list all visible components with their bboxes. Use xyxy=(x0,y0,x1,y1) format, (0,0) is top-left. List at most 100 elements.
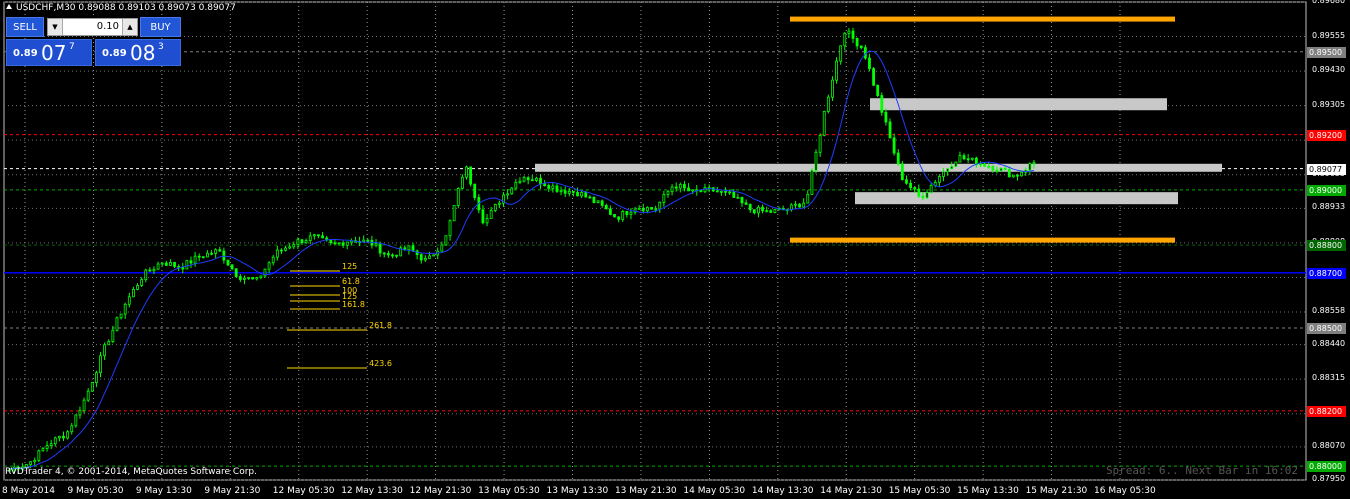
candle-body xyxy=(275,249,279,258)
candle-body xyxy=(559,190,563,193)
sell-button[interactable]: SELL xyxy=(6,17,44,37)
resistance-zone[interactable] xyxy=(790,16,1175,22)
support-zone[interactable] xyxy=(790,237,1175,243)
collapse-triangle-icon[interactable] xyxy=(6,4,12,9)
candle-body xyxy=(115,317,119,331)
candle-body xyxy=(127,296,131,305)
candle-body xyxy=(806,193,810,204)
candle-body xyxy=(736,196,740,199)
candle-body xyxy=(152,268,156,272)
candle-body xyxy=(267,262,271,270)
candle-body xyxy=(674,186,678,189)
candle-body xyxy=(810,169,814,195)
chart-canvas[interactable] xyxy=(0,0,1350,499)
candle-body xyxy=(123,303,127,315)
candle-body xyxy=(1028,163,1032,171)
candle-body xyxy=(592,196,596,203)
candle-body xyxy=(423,257,427,261)
candle-body xyxy=(33,460,37,463)
price-level-label: 0.89500 xyxy=(1307,46,1346,58)
candle-body xyxy=(687,187,690,192)
lot-size-stepper[interactable]: ▼ 0.10 ▲ xyxy=(47,18,138,36)
candle-body xyxy=(950,166,954,170)
candle-body xyxy=(506,193,510,196)
x-axis-tick-label: 16 May 05:30 xyxy=(1094,486,1156,496)
candle-body xyxy=(58,435,61,439)
candle-body xyxy=(662,194,666,203)
candle-body xyxy=(82,399,86,412)
candle-body xyxy=(1032,161,1036,165)
candle-body xyxy=(666,191,670,195)
candle-body xyxy=(473,183,477,198)
x-axis-tick-label: 13 May 05:30 xyxy=(478,486,540,496)
candle-body xyxy=(378,242,382,254)
candle-body xyxy=(49,443,53,447)
candle-body xyxy=(715,190,719,193)
candle-body xyxy=(987,165,991,168)
candle-body xyxy=(954,161,958,167)
candle-body xyxy=(921,195,925,199)
copyright-text: RVDTrader 4, © 2001-2014, MetaQuotes Sof… xyxy=(5,467,257,477)
candle-body xyxy=(337,242,341,245)
candle-body xyxy=(284,247,287,251)
candle-body xyxy=(485,218,489,224)
candle-body xyxy=(234,268,238,277)
candle-body xyxy=(333,242,337,245)
candle-body xyxy=(641,207,645,212)
candle-body xyxy=(892,137,896,154)
candle-body xyxy=(1016,174,1019,177)
candle-body xyxy=(111,329,115,342)
candle-body xyxy=(95,372,98,383)
candle-body xyxy=(90,382,94,392)
sell-price-pip: 7 xyxy=(69,42,75,52)
candle-body xyxy=(584,192,588,198)
candle-body xyxy=(164,262,168,266)
price-level-label: 0.88700 xyxy=(1307,267,1346,279)
lot-increase-arrow-icon[interactable]: ▲ xyxy=(122,19,137,35)
candle-body xyxy=(884,111,888,123)
candle-body xyxy=(839,45,843,62)
lot-decrease-arrow-icon[interactable]: ▼ xyxy=(48,19,63,35)
buy-price-quote[interactable]: 0.89 08 3 xyxy=(95,39,181,66)
candle-body xyxy=(280,249,283,252)
candle-body xyxy=(1003,167,1007,170)
candle-body xyxy=(465,166,468,178)
candle-body xyxy=(304,240,308,244)
candle-body xyxy=(740,196,744,204)
candle-body xyxy=(563,190,567,194)
candle-body xyxy=(900,163,904,181)
candle-body xyxy=(296,239,300,245)
candle-body xyxy=(913,187,917,190)
candle-body xyxy=(391,254,394,257)
buy-button[interactable]: BUY xyxy=(140,17,181,37)
x-axis-tick-label: 14 May 21:30 xyxy=(820,486,882,496)
candle-body xyxy=(189,260,193,264)
demand-zone[interactable] xyxy=(855,192,1178,205)
supply-zone[interactable] xyxy=(535,163,1222,172)
candle-body xyxy=(600,200,604,206)
candle-body xyxy=(518,180,522,183)
candle-body xyxy=(909,182,912,188)
candle-body xyxy=(966,158,970,161)
buy-price-pip: 3 xyxy=(158,42,164,52)
lot-size-input[interactable]: 0.10 xyxy=(62,19,123,35)
candle-body xyxy=(814,151,818,171)
candle-body xyxy=(683,184,686,189)
candle-body xyxy=(238,276,242,280)
candle-body xyxy=(691,189,695,192)
candle-body xyxy=(576,192,579,197)
candle-body xyxy=(744,202,748,205)
candle-body xyxy=(522,177,526,182)
candle-body xyxy=(210,252,213,255)
candle-body xyxy=(329,239,333,244)
sell-price-quote[interactable]: 0.89 07 7 xyxy=(6,39,92,66)
candle-body xyxy=(255,277,259,280)
candle-body xyxy=(773,208,777,213)
candle-body xyxy=(514,182,518,189)
y-axis-tick-label: 0.88315 xyxy=(1312,373,1346,383)
x-axis-tick-label: 15 May 21:30 xyxy=(1025,486,1088,496)
supply-zone[interactable] xyxy=(870,98,1167,111)
x-axis-tick-label: 15 May 05:30 xyxy=(888,486,951,496)
candle-body xyxy=(905,179,908,184)
candle-body xyxy=(929,185,933,193)
